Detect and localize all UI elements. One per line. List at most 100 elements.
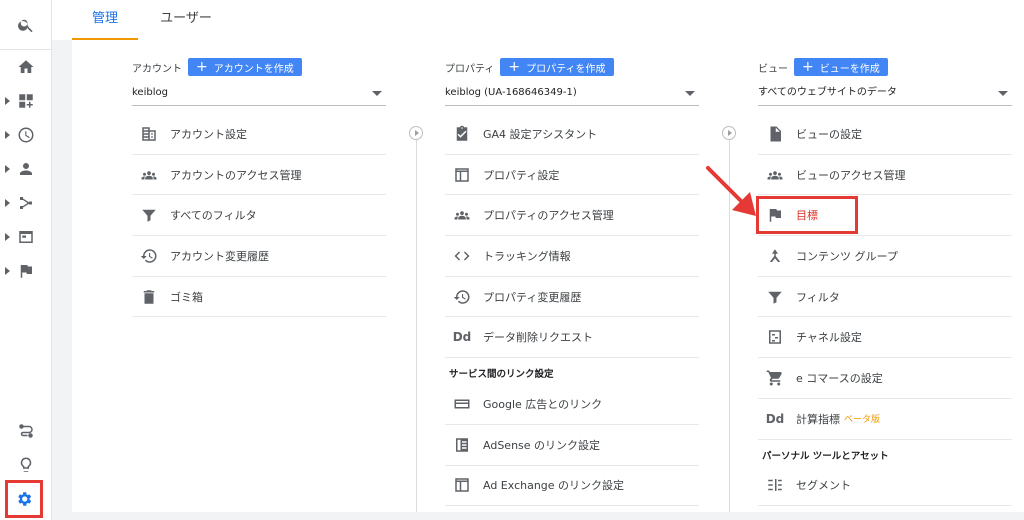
home-nav[interactable] — [0, 50, 52, 84]
people-icon — [454, 211, 470, 220]
dropdown-arrow-icon — [372, 91, 382, 96]
plus-icon: + — [508, 59, 521, 75]
acquisition-nav[interactable] — [0, 186, 52, 220]
column-arrow-icon — [722, 126, 736, 140]
tracking-info-item[interactable]: トラッキング情報 — [445, 236, 699, 277]
create-account-button[interactable]: + アカウントを作成 — [188, 58, 302, 76]
filter-icon — [142, 209, 156, 222]
admin-tabs: 管理 ユーザー — [52, 0, 1024, 40]
admin-gear-button[interactable] — [5, 480, 43, 518]
google-ads-link-item[interactable]: Google 広告とのリンク — [445, 384, 699, 425]
adsense-link-item[interactable]: AdSense のリンク設定 — [445, 425, 699, 466]
expand-caret-icon — [5, 267, 10, 275]
cart-icon — [766, 370, 782, 386]
search-button[interactable] — [0, 0, 52, 50]
segments-item[interactable]: セグメント — [758, 466, 1012, 507]
ad-exchange-link-item[interactable]: Ad Exchange のリンク設定 — [445, 466, 699, 507]
account-access-item[interactable]: アカウントのアクセス管理 — [132, 155, 386, 196]
trash-item[interactable]: ゴミ箱 — [132, 277, 386, 318]
segment-icon — [768, 479, 782, 492]
flag-icon — [20, 265, 32, 278]
history-icon — [453, 289, 470, 304]
dropdown-arrow-icon — [685, 91, 695, 96]
create-property-button[interactable]: + プロパティを作成 — [500, 58, 614, 76]
audience-nav[interactable] — [0, 152, 52, 186]
annotation-arrow-icon — [706, 166, 756, 216]
calculated-metrics-item[interactable]: Dd 計算指標 ベータ版 — [758, 399, 1012, 440]
view-filters-item[interactable]: フィルタ — [758, 277, 1012, 318]
home-icon — [18, 60, 34, 73]
dashboard-plus-icon — [19, 94, 33, 108]
building-icon — [142, 127, 156, 141]
left-nav-rail — [0, 0, 52, 520]
account-select[interactable]: keiblog — [132, 86, 386, 106]
history-icon — [140, 249, 157, 263]
create-view-button[interactable]: + ビューを作成 — [794, 58, 888, 76]
route-icon — [19, 424, 33, 438]
adsense-icon — [456, 437, 468, 452]
behavior-nav[interactable] — [0, 220, 52, 254]
tab-user[interactable]: ユーザー — [150, 0, 222, 40]
account-settings-item[interactable]: アカウント設定 — [132, 114, 386, 155]
ga4-setup-assistant-item[interactable]: GA4 設定アシスタント — [445, 114, 699, 155]
view-select[interactable]: すべてのウェブサイトのデータ — [758, 86, 1012, 106]
view-settings-item[interactable]: ビューの設定 — [758, 114, 1012, 155]
view-menu: ビューの設定 ビューのアクセス管理 目標 コンテンツ グループ フィルタ チャネ… — [758, 114, 1012, 507]
property-settings-item[interactable]: プロパティ設定 — [445, 155, 699, 196]
section-header-personal-tools: パーソナル ツールとアセット — [762, 450, 889, 462]
person-icon — [20, 163, 32, 175]
lightbulb-icon — [20, 457, 32, 472]
realtime-nav[interactable] — [0, 118, 52, 152]
acquisition-icon — [20, 197, 32, 209]
people-icon — [141, 170, 157, 180]
channel-icon — [769, 330, 781, 345]
section-header-product-links: サービス間のリンク設定 — [449, 369, 554, 381]
goal-highlight-box — [756, 196, 858, 234]
column-divider — [416, 126, 417, 512]
tab-admin[interactable]: 管理 — [72, 0, 138, 40]
account-column: アカウント + アカウントを作成 keiblog アカウント設定 アカウントのアク… — [132, 40, 386, 512]
expand-caret-icon — [5, 131, 10, 139]
discover-nav[interactable] — [0, 448, 52, 482]
code-icon — [454, 251, 470, 261]
property-access-item[interactable]: プロパティのアクセス管理 — [445, 195, 699, 237]
all-filters-item[interactable]: すべてのフィルタ — [132, 195, 386, 237]
ads-icon — [454, 399, 470, 409]
people-icon — [767, 170, 783, 180]
plus-icon: + — [802, 59, 814, 75]
search-icon — [18, 19, 33, 32]
dropdown-arrow-icon — [998, 91, 1008, 96]
beta-badge: ベータ版 — [844, 415, 881, 426]
attribution-nav[interactable] — [0, 414, 52, 448]
data-deletion-request-item[interactable]: Dd データ削除リクエスト — [445, 317, 699, 359]
admin-content: アカウント + アカウントを作成 keiblog アカウント設定 アカウントのアク… — [72, 40, 1024, 512]
content-group-icon — [769, 249, 781, 262]
property-column: プロパティ + プロパティを作成 keiblog (UA-168646349-1)… — [445, 40, 699, 512]
ecommerce-settings-item[interactable]: e コマースの設定 — [758, 358, 1012, 399]
account-label: アカウント — [132, 63, 182, 75]
trash-icon — [143, 289, 155, 304]
filter-icon — [768, 291, 782, 304]
window-icon — [455, 167, 469, 182]
column-arrow-icon — [409, 126, 423, 140]
view-access-item[interactable]: ビューのアクセス管理 — [758, 155, 1012, 196]
behavior-window-icon — [19, 231, 33, 243]
window-icon — [455, 478, 469, 493]
view-column: ビュー + ビューを作成 すべてのウェブサイトのデータ ビューの設定 ビューのアク… — [758, 40, 1012, 512]
property-history-item[interactable]: プロパティ変更履歴 — [445, 277, 699, 318]
checklist-icon — [456, 125, 468, 141]
clock-icon — [18, 127, 34, 143]
account-history-item[interactable]: アカウント変更履歴 — [132, 236, 386, 277]
content-grouping-item[interactable]: コンテンツ グループ — [758, 236, 1012, 277]
gear-icon — [18, 492, 32, 506]
expand-caret-icon — [5, 165, 10, 173]
dd-icon: Dd — [452, 330, 472, 345]
expand-caret-icon — [5, 199, 10, 207]
channel-settings-item[interactable]: チャネル設定 — [758, 317, 1012, 359]
property-select[interactable]: keiblog (UA-168646349-1) — [445, 86, 699, 106]
expand-caret-icon — [5, 233, 10, 241]
expand-caret-icon — [5, 97, 10, 105]
customization-nav[interactable] — [0, 84, 52, 118]
document-icon — [770, 126, 781, 142]
conversions-nav[interactable] — [0, 254, 52, 288]
